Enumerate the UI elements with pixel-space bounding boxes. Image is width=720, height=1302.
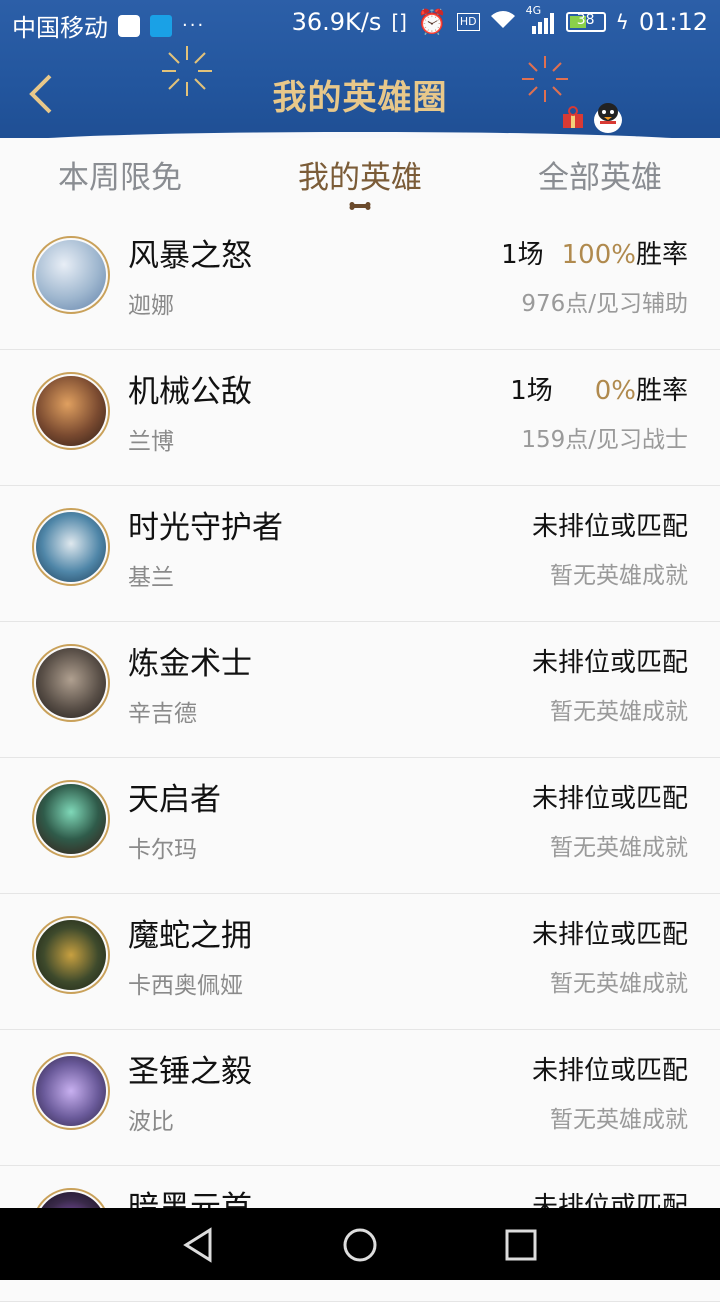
hero-achievement: 暂无英雄成就 [550,1107,688,1133]
hero-title: 圣锤之毅 [128,1054,252,1090]
system-nav-bar [0,1208,720,1280]
hero-stat: 1场 0%胜率 [510,370,688,407]
tab-my-heroes[interactable]: 我的英雄 [240,138,480,214]
hero-avatar [32,644,110,722]
hero-achievement: 暂无英雄成就 [550,971,688,997]
hero-row[interactable]: 圣锤之毅 波比 未排位或匹配 暂无英雄成就 [0,1030,720,1166]
tab-bar: 本周限免 我的英雄 全部英雄 [0,138,720,214]
more-icon: ··· [182,15,206,36]
hero-title: 机械公敌 [128,374,252,410]
wifi-icon [490,8,516,36]
hero-name: 卡尔玛 [128,837,197,863]
hero-name: 卡西奥佩娅 [128,973,243,999]
hero-status: 未排位或匹配 [531,784,688,814]
hd-icon: HD [456,13,480,31]
hero-list: 风暴之怒 迦娜 1场 100%胜率 976点/见习辅助 机械公敌 兰博 1场 0%胜… [0,214,720,1302]
win-rate-label: 胜率 [635,240,688,270]
hero-row[interactable]: 天启者 卡尔玛 未排位或匹配 暂无英雄成就 [0,758,720,894]
carrier-label: 中国移动 [12,14,108,42]
bone-indicator-icon [349,202,371,210]
penguin-mascot-icon [594,103,622,133]
alarm-icon: ⏰ [416,8,447,36]
hero-name: 兰博 [128,429,174,455]
battery-icon: 38 [565,12,606,32]
hero-avatar [32,236,110,314]
win-rate: 100% [561,240,636,270]
back-nav-icon[interactable] [180,1226,218,1264]
hero-avatar [32,916,110,994]
qq-icon [118,14,140,37]
hero-name: 基兰 [128,565,174,591]
tab-weekly-free[interactable]: 本周限免 [0,138,240,214]
hero-row[interactable]: 炼金术士 辛吉德 未排位或匹配 暂无英雄成就 [0,622,720,758]
clock: 01:12 [638,8,708,36]
network-speed: 36.9K/s [291,8,382,36]
app-notification-icon [150,14,172,37]
hero-achievement: 暂无英雄成就 [550,699,688,725]
hero-name: 辛吉德 [128,701,197,727]
win-rate: 0% [594,376,636,406]
hero-title: 天启者 [128,782,221,818]
charging-icon: ϟ [615,10,629,34]
hero-status: 未排位或匹配 [531,512,688,542]
hero-row[interactable]: 魔蛇之拥 卡西奥佩娅 未排位或匹配 暂无英雄成就 [0,894,720,1030]
gift-icon [563,106,583,128]
firework-decoration [522,56,568,102]
home-nav-icon[interactable] [341,1226,379,1264]
hero-points: 159点/见习战士 [521,427,688,453]
firework-decoration [162,46,212,96]
recent-apps-icon[interactable] [502,1226,540,1264]
games-count: 1场 [501,240,544,270]
hero-row[interactable]: 机械公敌 兰博 1场 0%胜率 159点/见习战士 [0,350,720,486]
hero-achievement: 暂无英雄成就 [550,835,688,861]
hero-avatar [32,780,110,858]
hero-avatar [32,1052,110,1130]
hero-name: 波比 [128,1109,174,1135]
vibrate-icon: [] [391,10,407,34]
hero-row[interactable]: 时光守护者 基兰 未排位或匹配 暂无英雄成就 [0,486,720,622]
tab-my-heroes-label: 我的英雄 [298,160,422,196]
games-count: 1场 [510,376,553,406]
hero-status: 未排位或匹配 [531,648,688,678]
hero-row[interactable]: 风暴之怒 迦娜 1场 100%胜率 976点/见习辅助 [0,214,720,350]
status-bar: 中国移动 ··· 36.9K/s [] ⏰ HD 4G 38 ϟ 01:12 [0,0,720,48]
hero-title: 炼金术士 [128,646,252,682]
hero-name: 迦娜 [128,293,174,319]
signal-icon: 4G [526,4,556,34]
hero-avatar [32,508,110,586]
hero-title: 魔蛇之拥 [128,918,252,954]
hero-title: 时光守护者 [128,510,283,546]
hero-avatar [32,372,110,450]
tab-all-heroes[interactable]: 全部英雄 [480,138,720,214]
hero-stat: 1场 100%胜率 [501,234,688,271]
app-header: 中国移动 ··· 36.9K/s [] ⏰ HD 4G 38 ϟ 01:12 我… [0,0,720,138]
hero-points: 976点/见习辅助 [521,291,688,317]
hero-status: 未排位或匹配 [531,920,688,950]
hero-status: 未排位或匹配 [531,1056,688,1086]
hero-title: 风暴之怒 [128,238,252,274]
win-rate-label: 胜率 [635,376,688,406]
hero-achievement: 暂无英雄成就 [550,563,688,589]
